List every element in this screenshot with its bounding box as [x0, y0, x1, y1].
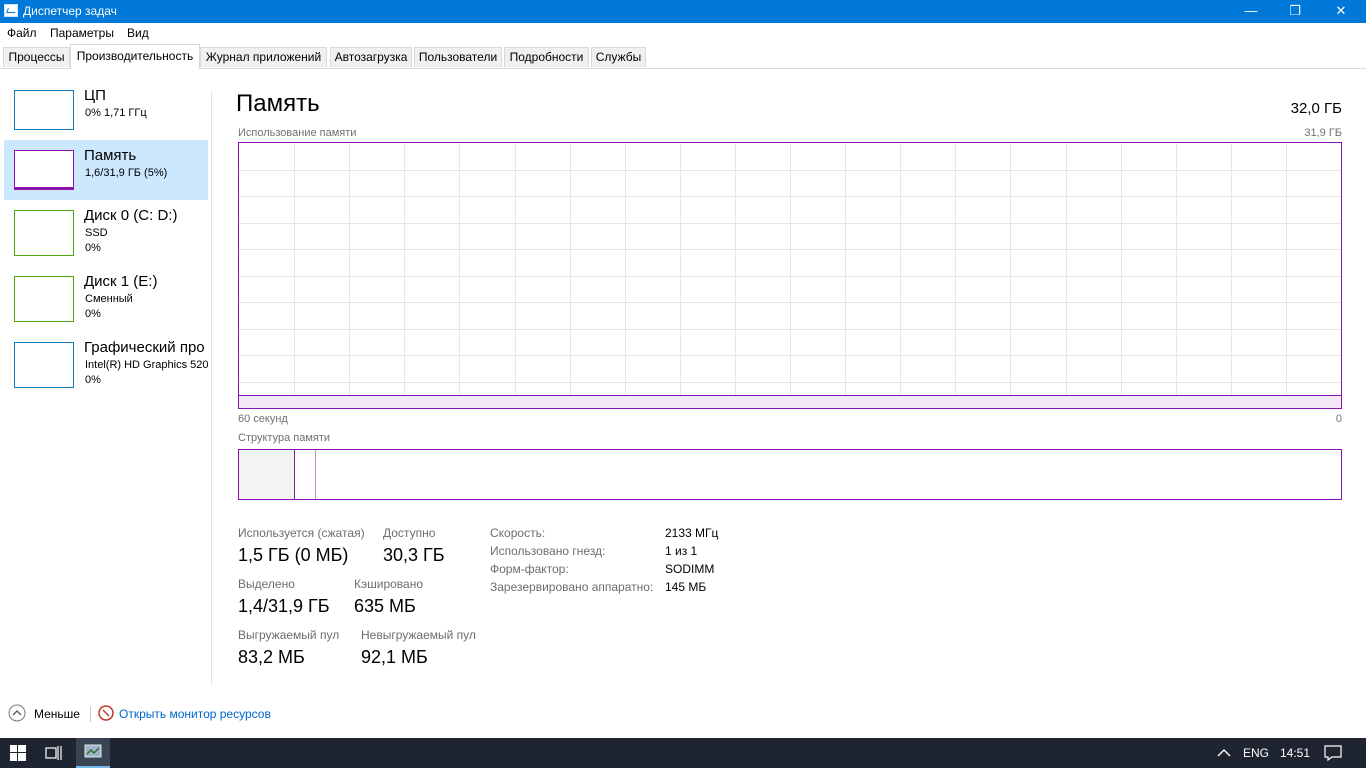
slots-value: 1 из 1 [665, 544, 698, 558]
nonpaged-pool-value: 92,1 МБ [361, 647, 428, 667]
resource-detail: 1,6/31,9 ГБ (5%) [85, 167, 168, 179]
cached-value: 635 МБ [354, 596, 416, 616]
resource-name: Диск 0 (C: D:) [84, 207, 178, 224]
used-value: 1,5 ГБ (0 МБ) [238, 545, 349, 565]
nonpaged-pool-label: Невыгружаемый пул [361, 628, 476, 642]
panel-divider[interactable] [211, 90, 212, 686]
form-factor-label: Форм-фактор: [490, 562, 569, 576]
tab-processes[interactable]: Процессы [3, 47, 70, 67]
page-title: Память [236, 90, 320, 117]
taskbar-task-manager-button[interactable] [76, 738, 110, 768]
chart-time-left: 60 секунд [238, 413, 288, 425]
open-resource-monitor-link[interactable]: Открыть монитор ресурсов [119, 707, 271, 721]
task-manager-app-icon [4, 4, 18, 17]
resource-usage: 0% [85, 242, 101, 254]
menu-view[interactable]: Вид [127, 26, 149, 40]
disk0-thumbnail [14, 210, 74, 256]
memory-usage-chart-svg [239, 143, 1341, 408]
minimize-button[interactable]: — [1228, 0, 1274, 23]
tab-strip: Процессы Производительность Журнал прило… [0, 44, 1366, 69]
memory-usage-chart [238, 142, 1342, 409]
fewer-details-link[interactable]: Меньше [34, 707, 80, 721]
slots-label: Использовано гнезд: [490, 544, 606, 558]
total-memory: 32,0 ГБ [1290, 100, 1342, 117]
maximize-button[interactable]: ❐ [1272, 0, 1318, 23]
task-manager-taskbar-icon [84, 744, 102, 758]
paged-pool-value: 83,2 МБ [238, 647, 305, 667]
resource-usage: 0% [85, 308, 101, 320]
close-button[interactable]: ✕ [1318, 0, 1364, 23]
memory-usage-area [239, 395, 1341, 408]
resource-name: ЦП [84, 87, 106, 104]
memory-thumbnail [14, 150, 74, 190]
resource-monitor-icon [98, 705, 114, 721]
usage-chart-label: Использование памяти [238, 127, 357, 139]
resource-detail: Сменный [85, 293, 133, 305]
resource-disk-0[interactable]: Диск 0 (C: D:) SSD 0% [4, 200, 208, 260]
resource-cpu[interactable]: ЦП 0% 1,71 ГГц [4, 80, 208, 140]
hardware-reserved-label: Зарезервировано аппаратно: [490, 580, 654, 594]
structure-modified-segment[interactable] [295, 450, 316, 499]
resource-name: Память [84, 147, 137, 164]
resource-detail: SSD [85, 227, 108, 239]
resource-usage: 0% [85, 374, 101, 386]
chevron-up-icon[interactable] [8, 704, 26, 722]
hardware-reserved-value: 145 МБ [665, 580, 707, 594]
bottom-separator [90, 706, 91, 722]
resource-name: Диск 1 (E:) [84, 273, 158, 290]
resource-memory[interactable]: Память 1,6/31,9 ГБ (5%) [4, 140, 208, 200]
bottom-bar: Меньше Открыть монитор ресурсов [0, 700, 1366, 728]
taskbar: ENG 14:51 [0, 738, 1366, 768]
menu-file[interactable]: Файл [7, 26, 37, 40]
resource-name: Графический про [84, 339, 205, 356]
resource-list: ЦП 0% 1,71 ГГц Память 1,6/31,9 ГБ (5%) Д… [0, 68, 211, 688]
resource-gpu[interactable]: Графический про Intel(R) HD Graphics 520… [4, 332, 209, 392]
clock[interactable]: 14:51 [1280, 746, 1310, 760]
task-view-icon[interactable] [45, 745, 63, 761]
committed-value: 1,4/31,9 ГБ [238, 596, 330, 616]
usage-chart-max: 31,9 ГБ [1304, 127, 1342, 139]
tab-startup[interactable]: Автозагрузка [330, 47, 412, 67]
resource-detail: Intel(R) HD Graphics 520 [85, 359, 209, 371]
tab-performance[interactable]: Производительность [70, 44, 200, 69]
committed-label: Выделено [238, 577, 295, 591]
speed-value: 2133 МГц [665, 526, 719, 540]
tab-users[interactable]: Пользователи [414, 47, 502, 67]
paged-pool-label: Выгружаемый пул [238, 628, 340, 642]
resource-disk-1[interactable]: Диск 1 (E:) Сменный 0% [4, 266, 208, 326]
title-bar: Диспетчер задач — ❐ ✕ [0, 0, 1366, 23]
notification-center-icon[interactable] [1324, 745, 1342, 761]
windows-start-icon[interactable] [10, 745, 26, 761]
memory-thumbnail-fill [15, 187, 73, 189]
menu-parameters[interactable]: Параметры [50, 26, 114, 40]
cpu-thumbnail [14, 90, 74, 130]
window-title: Диспетчер задач [23, 4, 117, 18]
tab-app-history[interactable]: Журнал приложений [200, 47, 327, 67]
structure-in-use-segment[interactable] [239, 450, 295, 499]
chart-time-right: 0 [1335, 413, 1342, 425]
used-label: Используется (сжатая) [238, 526, 365, 540]
available-label: Доступно [383, 526, 436, 540]
tab-details[interactable]: Подробности [504, 47, 589, 67]
language-indicator[interactable]: ENG [1243, 746, 1269, 760]
form-factor-value: SODIMM [665, 562, 715, 576]
chevron-up-tray-icon[interactable] [1217, 747, 1231, 759]
menu-bar: Файл Параметры Вид [0, 23, 1366, 43]
cached-label: Кэшировано [354, 577, 424, 591]
available-value: 30,3 ГБ [383, 545, 445, 565]
gpu-thumbnail [14, 342, 74, 388]
speed-label: Скорость: [490, 526, 546, 540]
resource-detail: 0% 1,71 ГГц [85, 107, 147, 119]
structure-chart-label: Структура памяти [238, 432, 331, 444]
disk1-thumbnail [14, 276, 74, 322]
tab-services[interactable]: Службы [591, 47, 646, 67]
memory-structure-bar [238, 449, 1342, 500]
